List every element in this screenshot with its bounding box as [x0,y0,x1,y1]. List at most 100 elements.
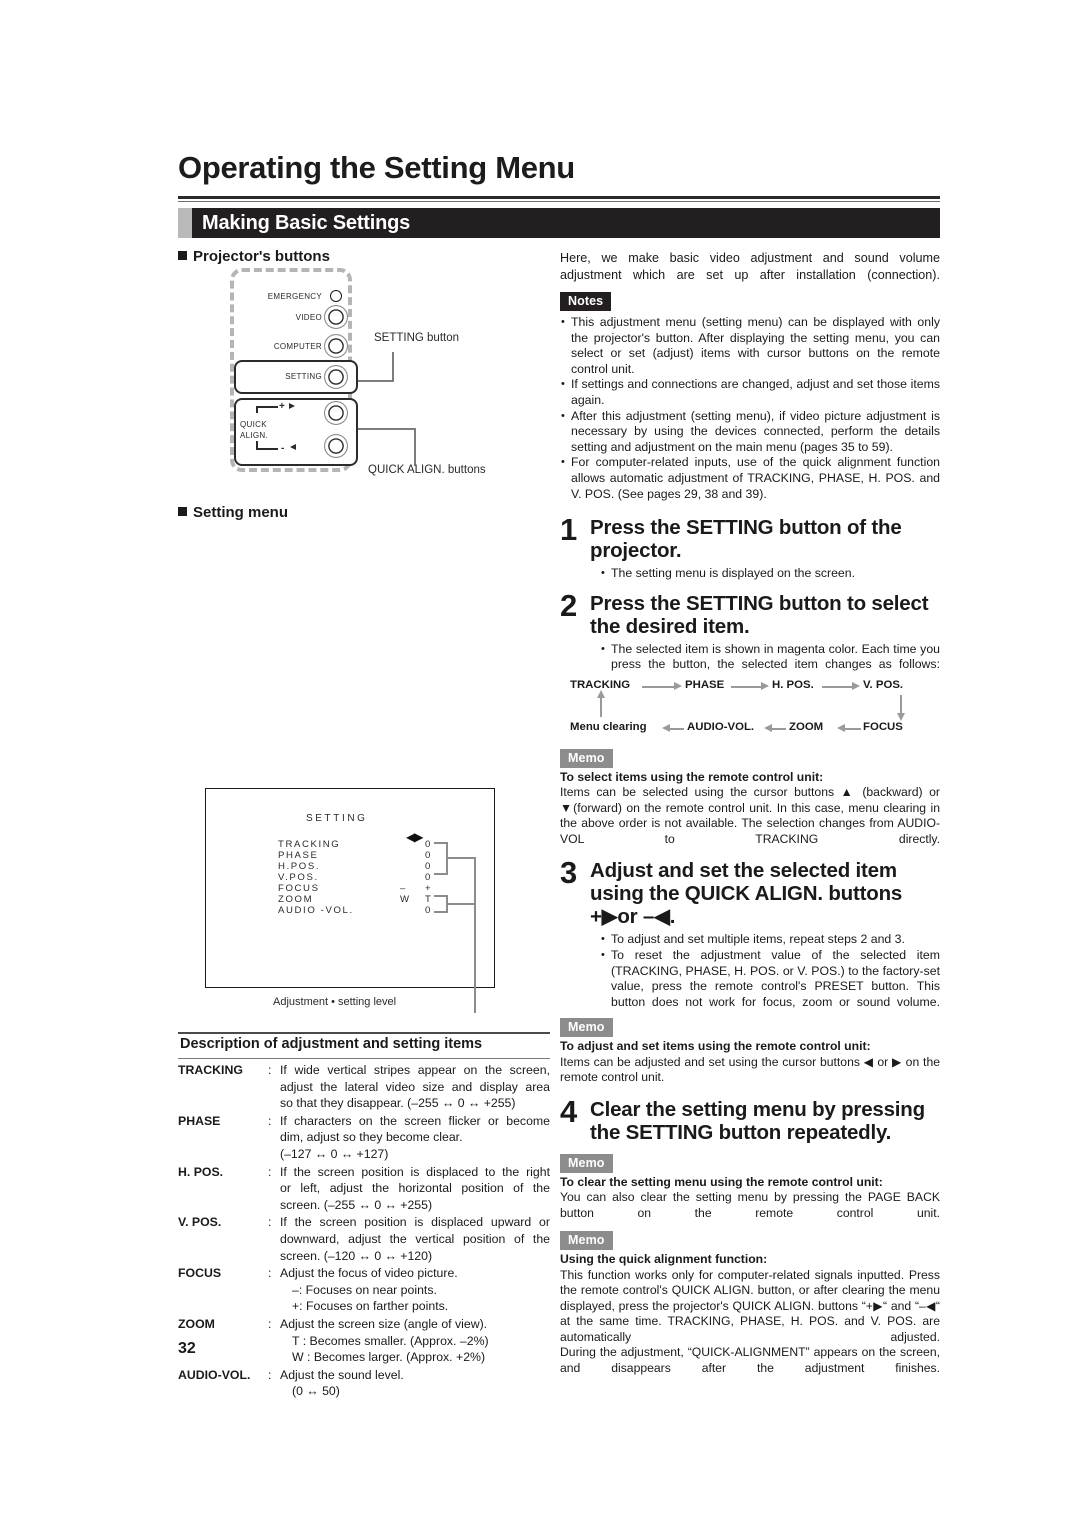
projector-label-video: VIDEO [295,313,322,322]
flow-arrow-down-head-icon [896,712,905,721]
flow-node-audio-vol: AUDIO-VOL. [687,720,755,733]
document-page: Operating the Setting Menu Making Basic … [0,0,1080,1529]
step-2-body: The selected item is shown in magenta co… [600,642,940,673]
section-header-label: Making Basic Settings [202,212,411,234]
description-rule-top [178,1032,550,1034]
description-term: AUDIO-VOL. [178,1367,251,1382]
step-2-bullets: The selected item is shown in magenta co… [600,642,940,673]
osd-item-label: ZOOM [278,894,314,905]
flow-arrow-5-head-icon [764,724,772,733]
description-colon: : [268,1367,272,1382]
osd-screen: SETTING ◀▶ TRACKING 0 PHASE 0 H.POS. 0 V… [205,788,495,1013]
description-row: V. POS. : If the screen position is disp… [178,1214,550,1264]
description-line: Adjust the focus of video picture. [280,1266,458,1281]
flow-node-menu-clearing: Menu clearing [570,720,647,733]
description-colon: : [268,1113,272,1128]
step-4-heading: Clear the setting menu by pressing the S… [590,1097,925,1144]
osd-item-value2: 0 [425,839,432,850]
quick-align-right-arrow-icon [289,403,295,409]
quick-align-minus-button[interactable] [324,434,348,458]
quick-align-label-line1: QUICK [240,420,267,429]
memo-4-text-2: During the adjustment, “QUICK-ALIGNMENT”… [560,1345,940,1375]
step-bullet: To adjust and set multiple items, repeat… [600,932,940,948]
quick-align-plus-bracket-h [256,406,278,408]
memo-badge: Memo [560,1153,613,1173]
video-button[interactable] [324,305,348,329]
description-colon: : [268,1266,272,1281]
description-line: T : Becomes smaller. (Approx. –2%) [292,1333,489,1348]
description-definition: If wide vertical stripes appear on the s… [280,1062,550,1112]
step-1-number: 1 [560,512,578,548]
flow-node-hpos: H. POS. [772,678,814,691]
description-line: or left, adjust the horizontal position … [280,1181,550,1196]
osd-item-value2: 0 [425,850,432,861]
flow-arrow-5-line [772,727,786,730]
flow-arrow-6-line [845,727,861,730]
setting-button-callout: SETTING button [374,332,460,344]
description-line: +: Focuses on farther points. [292,1299,449,1314]
description-definition: Adjust the screen size (angle of view). … [280,1316,550,1366]
description-term: TRACKING [178,1063,243,1077]
flow-node-vpos: V. POS. [863,678,904,691]
memo-1-text: Items can be selected using the cursor b… [560,785,940,846]
osd-item-value2: + [425,883,433,894]
setting-menu-diagram: SETTING ◀▶ TRACKING 0 PHASE 0 H.POS. 0 V… [178,784,550,1024]
quick-align-plus-button[interactable] [324,401,348,425]
description-line: Adjust the screen size (angle of view). [280,1316,488,1331]
flow-arrow-6-head-icon [837,724,845,733]
flow-node-zoom: ZOOM [789,720,824,733]
bracket2-stem [446,903,476,905]
description-definition: If characters on the screen flicker or b… [280,1113,550,1163]
description-row: FOCUS : Adjust the focus of video pictur… [178,1265,550,1315]
description-line: screen. (–120 ↔ 0 ↔ +120) [280,1248,433,1263]
osd-item-value2: T [425,894,433,905]
memo-3: Memo To clear the setting menu using the… [560,1153,940,1222]
osd-item-label: AUDIO -VOL. [278,905,354,916]
flow-arrow-3-head-icon [852,682,860,691]
adjustment-level-caption: Adjustment • setting level [273,996,397,1008]
flow-arrow-up-head-icon [596,689,605,698]
flow-arrow-2-line [731,685,761,688]
quick-align-plus-label: + [279,401,286,412]
memo-3-subtitle: To clear the setting menu using the remo… [560,1174,883,1189]
projector-label-emergency: EMERGENCY [267,292,322,301]
emergency-led-icon [330,290,342,302]
description-line: (–127 ↔ 0 ↔ +127) [280,1146,389,1161]
description-row: ZOOM : Adjust the screen size (angle of … [178,1316,550,1366]
memo-badge: Memo [560,1018,613,1038]
quick-align-minus-bracket-h [256,448,278,450]
caption-leader-line [474,857,476,1013]
notes-list: This adjustment menu (setting menu) can … [560,315,940,502]
quick-align-left-arrow-icon [290,444,296,450]
description-line: screen. (–255 ↔ 0 ↔ +255) [280,1197,433,1212]
computer-button[interactable] [324,334,348,358]
flow-arrow-4-line [670,727,684,730]
quick-align-minus-label: - [281,443,285,454]
description-colon: : [268,1164,272,1179]
osd-item-label: PHASE [278,850,319,861]
memo-1-subtitle: To select items using the remote control… [560,769,824,784]
projector-buttons-diagram: EMERGENCY VIDEO COMPUTER SETTING QUICK A… [178,268,550,488]
description-colon: : [268,1215,272,1230]
note-item: After this adjustment (setting menu), if… [560,409,940,456]
flow-arrow-down-line [900,694,902,715]
setting-button[interactable] [324,365,348,389]
description-line: If the screen position is displaced upwa… [280,1215,550,1230]
projector-buttons-heading: Projector's buttons [178,248,330,265]
description-row: PHASE : If characters on the screen flic… [178,1113,550,1163]
flow-node-phase: PHASE [685,678,725,691]
note-item: If settings and connections are changed,… [560,377,940,408]
step-1-heading: Press the SETTING button of the projecto… [590,516,902,563]
description-definition: Adjust the focus of video picture. –: Fo… [280,1265,550,1315]
description-line: dim, adjust so they become clear. [280,1130,463,1145]
description-line: downward, adjust the vertical position o… [280,1231,550,1246]
title-rule [178,196,940,199]
description-row: AUDIO-VOL. : Adjust the sound level. (0 … [178,1367,550,1400]
step-1-bullets: The setting menu is displayed on the scr… [600,566,940,582]
quick-align-minus-bracket-v [256,441,258,450]
osd-item-label: H.POS. [278,861,321,872]
osd-title: SETTING [306,813,368,824]
description-term: H. POS. [178,1164,224,1179]
step-bullet: The setting menu is displayed on the scr… [600,566,940,582]
flow-arrow-3-line [822,685,852,688]
